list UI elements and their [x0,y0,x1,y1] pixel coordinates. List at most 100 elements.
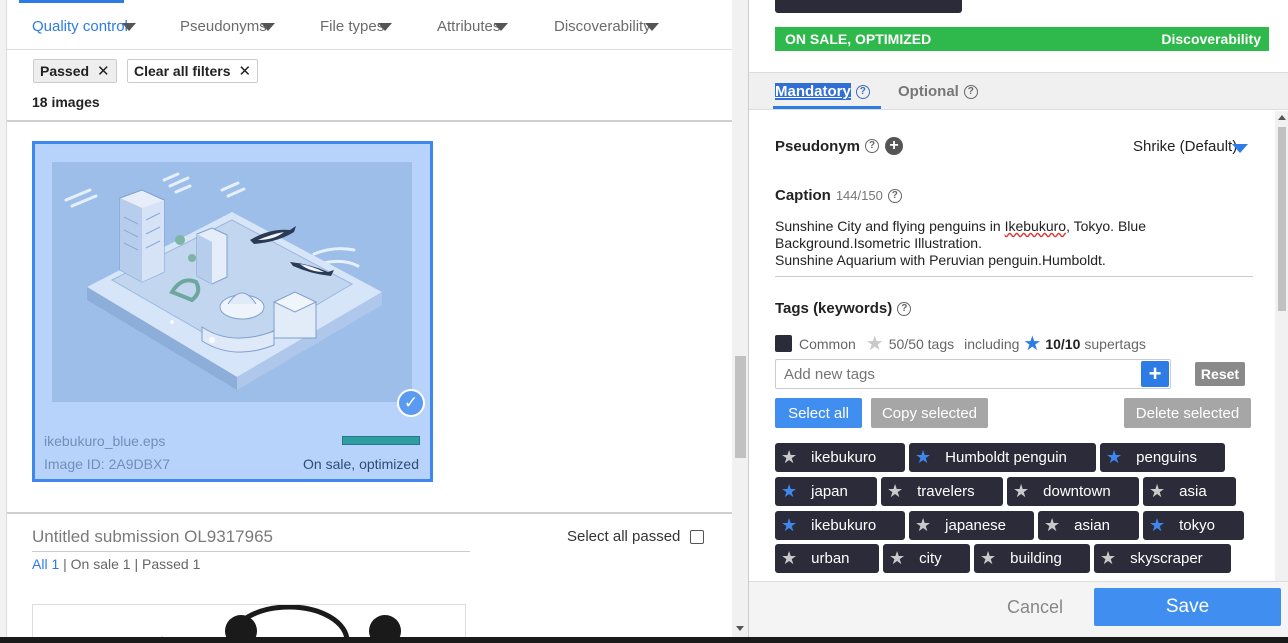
tag-chip[interactable]: ★ ikebukuro [775,511,905,540]
scroll-up-icon[interactable] [1278,115,1286,120]
tab-optional[interactable]: Optional? [898,83,978,100]
select-all-button[interactable]: Select all [775,398,862,428]
selected-check-icon[interactable]: ✓ [397,389,425,417]
tag-chip[interactable]: ★ japan [775,477,877,506]
pseudonym-select[interactable]: Shrike (Default) [1133,138,1249,155]
tag-chip[interactable]: ★ penguins [1100,443,1225,472]
tab-attributes[interactable]: Attributes [437,18,509,35]
star-icon[interactable]: ★ [1100,548,1116,569]
copy-selected-button[interactable]: Copy selected [871,398,988,428]
star-icon[interactable]: ★ [781,447,797,468]
delete-selected-button[interactable]: Delete selected [1124,398,1251,428]
filter-chip-passed[interactable]: Passed ✕ [33,59,117,83]
image-id: Image ID: 2A9DBX7 [44,456,171,472]
status-badge: ON SALE, OPTIMIZED Discoverability [775,27,1269,51]
supertag-star-icon[interactable]: ★ [1106,447,1122,468]
scroll-down-icon[interactable] [736,626,744,631]
scrollbar-thumb[interactable] [1278,127,1286,311]
image-count: 18 images [32,94,100,110]
tag-chip[interactable]: ★ city [883,544,970,573]
caption-field[interactable]: Sunshine City and flying penguins in Ike… [775,218,1253,277]
all-link[interactable]: All 1 [32,556,59,572]
cancel-button[interactable]: Cancel [1007,597,1063,618]
help-icon[interactable]: ? [865,139,880,153]
chevron-down-icon [644,22,659,31]
star-icon[interactable]: ★ [915,515,931,536]
image-card[interactable]: ✓ ikebukuro_blue.eps Image ID: 2A9DBX7 O… [32,141,433,482]
submission-stats: All 1 | On sale 1 | Passed 1 [32,556,201,572]
divider [7,512,732,514]
submission-list-pane: Quality control Pseudonyms File types At… [0,0,748,643]
help-icon[interactable]: ? [887,188,902,203]
help-icon[interactable]: ? [963,84,978,99]
tab-file-types[interactable]: File types [320,18,393,35]
card-status: On sale, optimized [303,456,419,472]
star-icon[interactable]: ★ [781,548,797,569]
add-tags-input[interactable] [775,359,1171,389]
star-icon[interactable]: ★ [1013,481,1029,502]
file-name: ikebukuro_blue.eps [44,433,166,449]
panel-scrollbar[interactable] [1275,111,1288,581]
tab-discoverability[interactable]: Discoverability [554,18,659,35]
chevron-down-icon [494,22,509,31]
isometric-city-illustration [52,162,412,402]
tag-chip[interactable]: ★ building [974,544,1090,573]
image-grid: Quality control Pseudonyms File types At… [7,0,732,643]
caption-char-count: 144/150 [835,188,883,203]
tag-chip[interactable]: ★ urban [775,544,879,573]
tag-chip[interactable]: ★ skyscraper [1094,544,1231,573]
tag-chip[interactable]: ★ downtown [1007,477,1139,506]
supertag-star-icon[interactable]: ★ [781,481,797,502]
help-icon[interactable]: ? [855,84,870,99]
clear-all-filters-chip[interactable]: Clear all filters ✕ [127,59,259,83]
tag-chip[interactable]: ★ asian [1038,511,1139,540]
top-action-button[interactable] [775,0,962,13]
on-sale-link[interactable]: On sale 1 [71,556,131,572]
active-tab-indicator [773,106,881,109]
submission-title[interactable]: Untitled submission OL9317965 [32,527,470,552]
add-pseudonym-icon[interactable]: + [885,137,904,155]
caption-label: Caption 144/150 ? [775,187,902,204]
close-icon[interactable]: ✕ [239,62,252,80]
star-icon[interactable]: ★ [1149,481,1165,502]
filter-tabs: Quality control Pseudonyms File types At… [7,0,732,50]
supertag-star-icon[interactable]: ★ [781,515,797,536]
reset-button[interactable]: Reset [1195,362,1245,386]
add-tag-button[interactable]: + [1141,361,1169,387]
close-icon[interactable]: ✕ [97,62,110,80]
chevron-down-icon [1232,144,1249,153]
left-scrollbar[interactable] [733,0,748,643]
chevron-down-icon [121,22,136,31]
progress-bar [342,436,420,445]
metadata-panel: ON SALE, OPTIMIZED Discoverability Manda… [748,0,1288,643]
chevron-down-icon [378,22,393,31]
star-icon[interactable]: ★ [887,481,903,502]
supertag-star-icon: ★ [1023,333,1042,355]
select-all-passed-checkbox[interactable] [690,529,705,544]
common-swatch [775,335,792,352]
supertag-star-icon[interactable]: ★ [1149,515,1165,536]
supertag-star-icon[interactable]: ★ [915,447,931,468]
passed-link[interactable]: Passed 1 [142,556,200,572]
star-icon[interactable]: ★ [980,548,996,569]
chevron-down-icon [260,22,275,31]
tag-chip[interactable]: ★ travelers [881,477,1003,506]
image-thumbnail[interactable] [52,162,412,402]
tab-pseudonyms[interactable]: Pseudonyms [180,18,275,35]
left-gutter [0,0,7,643]
panel-footer: Cancel Save [749,581,1288,643]
tab-mandatory[interactable]: Mandatory? [775,83,870,100]
tag-chip[interactable]: ★ ikebukuro [775,443,905,472]
star-icon[interactable]: ★ [1044,515,1060,536]
star-icon: ★ [865,333,884,355]
tag-chip[interactable]: ★ tokyo [1143,511,1244,540]
tag-chip[interactable]: ★ asia [1143,477,1236,506]
tag-chip[interactable]: ★ Humboldt penguin [909,443,1096,472]
select-all-passed[interactable]: Select all passed [567,528,705,545]
tab-quality-control[interactable]: Quality control [32,18,136,35]
save-button[interactable]: Save [1094,588,1281,626]
tag-chip[interactable]: ★ japanese [909,511,1034,540]
star-icon[interactable]: ★ [889,548,905,569]
help-icon[interactable]: ? [897,301,912,316]
scrollbar-thumb[interactable] [735,356,746,458]
